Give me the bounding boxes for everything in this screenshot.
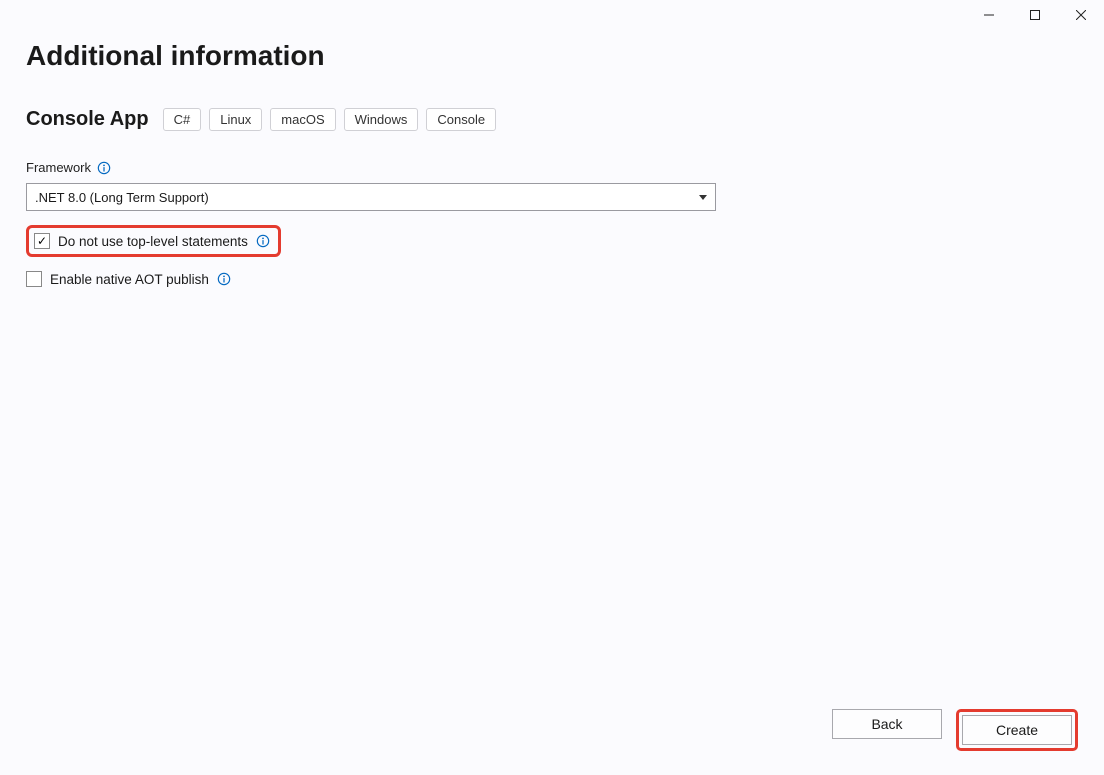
- close-button[interactable]: [1058, 0, 1104, 30]
- info-icon[interactable]: [256, 234, 270, 248]
- no-top-level-label: Do not use top-level statements: [58, 234, 248, 249]
- native-aot-checkbox[interactable]: [26, 271, 42, 287]
- tag: C#: [163, 108, 202, 131]
- tag: macOS: [270, 108, 335, 131]
- tag: Linux: [209, 108, 262, 131]
- page-title: Additional information: [26, 40, 325, 72]
- create-button[interactable]: Create: [962, 715, 1072, 745]
- maximize-button[interactable]: [1012, 0, 1058, 30]
- no-top-level-checkbox[interactable]: [34, 233, 50, 249]
- info-icon[interactable]: [97, 161, 111, 175]
- framework-selected-value: .NET 8.0 (Long Term Support): [35, 190, 209, 205]
- project-template-name: Console App: [26, 108, 149, 131]
- framework-select[interactable]: .NET 8.0 (Long Term Support): [26, 183, 716, 211]
- project-tags: C# Linux macOS Windows Console: [163, 108, 497, 131]
- tag: Console: [426, 108, 496, 131]
- native-aot-label: Enable native AOT publish: [50, 272, 209, 287]
- back-button[interactable]: Back: [832, 709, 942, 739]
- highlight-annotation: Create: [956, 709, 1078, 751]
- framework-label: Framework: [26, 160, 91, 175]
- highlight-annotation: Do not use top-level statements: [26, 225, 281, 257]
- tag: Windows: [344, 108, 419, 131]
- minimize-button[interactable]: [966, 0, 1012, 30]
- info-icon[interactable]: [217, 272, 231, 286]
- chevron-down-icon: [699, 195, 707, 200]
